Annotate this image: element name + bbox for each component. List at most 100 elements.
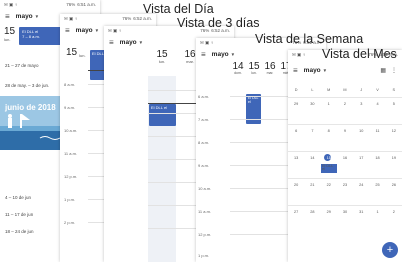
clock: 6:51 a.m. [77,2,96,7]
month-day-cell[interactable]: 23 [337,183,353,205]
month-day-cell[interactable]: 12 [386,129,402,151]
month-day-cell[interactable]: 29 [288,102,304,124]
month-day-cell[interactable]: 6 [288,129,304,151]
month-day-cell[interactable]: 11 [369,129,385,151]
month-day-cell[interactable]: 4 [369,102,385,124]
month-day-cell[interactable]: 2 [337,102,353,124]
month-day-cell[interactable]: 7 [304,129,320,151]
more-options-icon[interactable]: ⋮ [391,67,397,74]
time-label: 12 p.m. [198,232,212,237]
day-name: lun. [251,71,257,75]
menu-icon[interactable]: ≡ [65,26,70,35]
clock: 6:52 a.m. [133,16,152,21]
week-range-item[interactable]: 18 – 24 de jun [0,229,34,234]
day-column-header[interactable]: 14 dom. [230,62,246,86]
time-label: 9 a.m. [64,105,76,110]
event-title: El DLL el [151,105,168,110]
time-label: 11 a.m. [198,209,212,214]
month-day-cell[interactable]: 13 [288,156,304,178]
weekday-header-row: D L M M J V S [288,88,402,97]
month-day-cell[interactable]: 31 [353,210,369,232]
menu-icon[interactable]: ≡ [293,66,298,75]
week-range-item[interactable]: 11 – 17 de jun [0,212,33,217]
month-day-cell[interactable]: 16 [337,156,353,178]
day-column-header[interactable]: 15 lun. [246,62,262,86]
month-day-cell[interactable]: 19 [386,156,402,178]
month-selector[interactable]: mayo [120,39,137,46]
month-grid: D L M M J V S 29 30 1 2 3 4 5 6 7 8 9 10… [288,88,402,232]
notification-icons: ✉ ▣ ♀ [292,51,306,57]
weekday-header: J [360,88,363,92]
month-selector[interactable]: mayo [212,51,229,58]
weekday-header: M [343,88,347,92]
day-name: dom. [234,71,242,75]
month-day-cell[interactable]: 20 [288,183,304,205]
month-day-cell[interactable]: 9 [337,129,353,151]
month-day-cell[interactable]: 29 [321,210,337,232]
caption-month-view: Vista del Mes [322,47,397,61]
chevron-down-icon[interactable]: ▼ [231,52,235,57]
chevron-down-icon[interactable]: ▼ [35,14,39,19]
month-day-cell[interactable]: 10 [353,129,369,151]
menu-icon[interactable]: ≡ [5,12,10,21]
day-name: lun. [4,37,11,42]
caption-day-view: Vista del Día [143,2,214,16]
weekday-header: V [376,88,379,92]
add-event-button[interactable]: + [382,242,398,258]
chevron-down-icon[interactable]: ▼ [139,40,143,45]
month-selector[interactable]: mayo [76,27,93,34]
day-name: mar. [266,71,274,75]
day-column-header[interactable]: 16 mar. [262,62,278,86]
day-name: lun. [79,53,86,58]
event-title: El DLL el [248,96,259,105]
caption-three-day-view: Vista de 3 días [177,16,260,30]
time-label: 10 a.m. [64,128,78,133]
menu-icon[interactable]: ≡ [109,38,114,47]
month-day-cell[interactable]: 8 [321,129,337,151]
month-selector[interactable]: mayo [16,13,33,20]
time-label: 1 p.m. [64,197,76,202]
day-column-header[interactable]: 15 lun. [148,50,176,76]
month-day-cell[interactable]: 27 [288,210,304,232]
month-day-cell[interactable]: 21 [304,183,320,205]
month-week-row: 20 21 22 23 24 25 26 [288,178,402,205]
month-day-cell[interactable]: 2 [386,210,402,232]
month-day-cell[interactable]: 22 [321,183,337,205]
month-day-cell[interactable]: 25 [369,183,385,205]
month-week-row: 13 14 15 16 17 18 19 El DLL el [288,151,402,178]
calendar-today-icon[interactable]: ▦ [380,67,386,74]
time-label: 7 a.m. [198,117,210,122]
month-week-row: 6 7 8 9 10 11 12 [288,124,402,151]
month-day-cell[interactable]: 1 [369,210,385,232]
month-day-cell[interactable]: 17 [353,156,369,178]
month-day-cell[interactable]: 28 [304,210,320,232]
weekday-header: L [311,88,314,92]
caption-week-view: Vista de la Semana [255,32,364,46]
month-day-cell[interactable]: 5 [386,102,402,124]
month-day-cell-today[interactable]: 15 [321,156,337,178]
time-label: 6 a.m. [198,94,210,99]
month-day-cell[interactable]: 24 [353,183,369,205]
app-bar: ≡ mayo ▼ ▦ ⋮ [288,59,402,81]
month-day-cell[interactable]: 1 [321,102,337,124]
month-day-cell[interactable]: 26 [386,183,402,205]
notification-icons: ✉ ▣ ♀ [64,15,78,21]
month-day-cell[interactable]: 18 [369,156,385,178]
month-day-cell[interactable]: 30 [337,210,353,232]
menu-icon[interactable]: ≡ [201,50,206,59]
month-selector[interactable]: mayo [304,67,321,74]
status-bar: ✉ ▣ ♀ 76% 6:52 a.m. [60,14,156,23]
month-view-screen: ✉ ▣ ♀ 76% 6:52 a.m. ≡ mayo ▼ ▦ ⋮ D L M M … [288,50,402,262]
week-range-item[interactable]: 4 – 10 de jun [0,195,31,200]
chevron-down-icon[interactable]: ▼ [323,68,327,73]
chevron-down-icon[interactable]: ▼ [95,28,99,33]
month-week-row: 27 28 29 30 31 1 2 [288,205,402,232]
event-block[interactable]: El DLL el [149,104,176,126]
time-label: 9 a.m. [198,163,210,168]
month-day-cell[interactable]: 14 [304,156,320,178]
notification-icons: ✉ ▣ ♀ [4,1,18,7]
month-day-cell[interactable]: 3 [353,102,369,124]
notification-icons: ✉ ▣ ♀ [108,27,122,33]
time-label: 2 p.m. [64,220,76,225]
month-day-cell[interactable]: 30 [304,102,320,124]
